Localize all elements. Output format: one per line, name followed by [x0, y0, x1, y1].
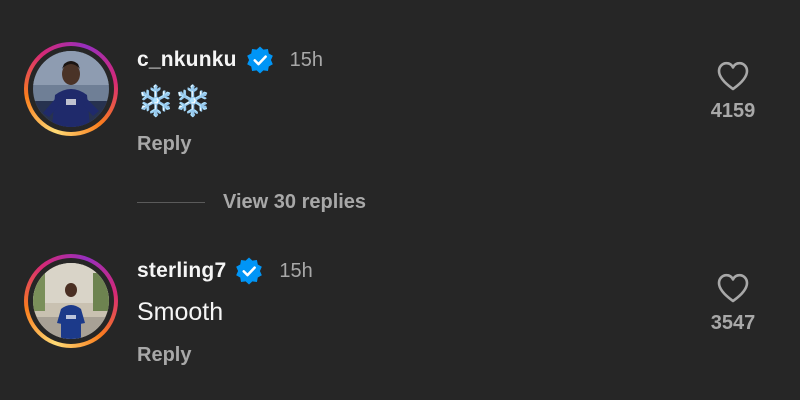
- comments-thread: c_nkunku 15h ❄️❄️ Reply 4159 View 30 rep…: [0, 0, 800, 400]
- comment-text: ❄️❄️: [137, 85, 212, 118]
- divider: [137, 201, 205, 203]
- like-group: 3547: [700, 272, 766, 335]
- username[interactable]: c_nkunku: [137, 48, 237, 72]
- like-group: 4159: [700, 60, 766, 123]
- truncated-previous-element: [285, 0, 365, 1]
- verified-badge-icon: [236, 257, 263, 285]
- like-count: 3547: [710, 312, 756, 334]
- avatar: [33, 51, 109, 127]
- view-replies-label: View 30 replies: [223, 190, 367, 213]
- view-replies-button[interactable]: View 30 replies: [137, 188, 366, 216]
- username[interactable]: sterling7: [137, 259, 226, 283]
- comment-header: c_nkunku 15h: [137, 45, 323, 75]
- avatar: [33, 263, 109, 339]
- avatar-story-ring[interactable]: [24, 42, 118, 136]
- comment-header: sterling7 15h: [137, 256, 313, 286]
- timestamp: 15h: [279, 259, 313, 282]
- heart-icon[interactable]: [716, 272, 750, 304]
- verified-badge-icon: [246, 46, 273, 74]
- heart-icon[interactable]: [716, 60, 750, 92]
- timestamp: 15h: [289, 48, 324, 71]
- reply-button[interactable]: Reply: [137, 133, 191, 156]
- avatar-story-ring[interactable]: [24, 254, 118, 348]
- reply-button[interactable]: Reply: [137, 344, 191, 367]
- comment-text: Smooth: [137, 298, 224, 326]
- like-count: 4159: [710, 100, 756, 122]
